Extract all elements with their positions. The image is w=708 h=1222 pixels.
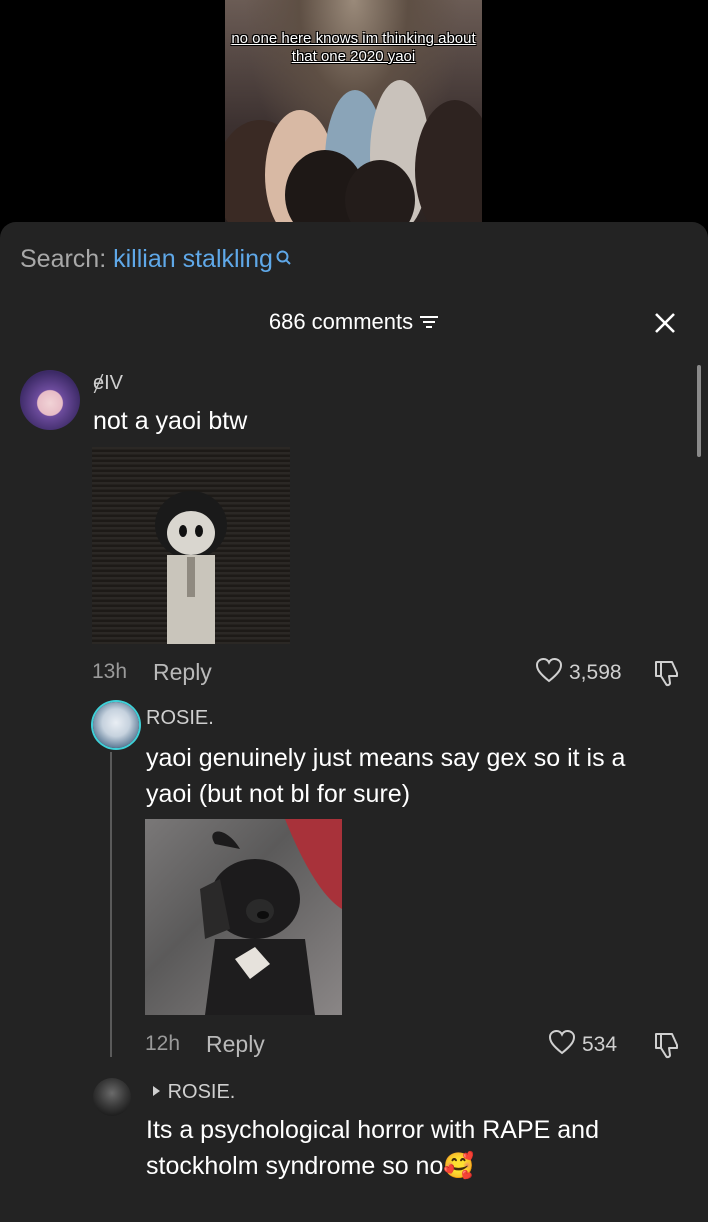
reply-to-username: ROSIE. [167,1081,236,1103]
thumbs-down-icon [652,1033,682,1064]
close-icon [654,312,676,339]
video-area: no one here knows im thinking about that… [0,0,708,230]
heart-icon [548,1029,576,1061]
comment-text-line: Its a psychological horror with RAPE and [146,1116,599,1144]
avatar[interactable] [20,370,80,430]
caret-right-icon [150,1081,162,1103]
comment-time: 12h [145,1032,181,1055]
avatar[interactable] [93,702,139,748]
search-suggestion[interactable]: Search: killian stalkling [20,245,293,274]
comment-text: not a yaoi btw [93,407,248,435]
reply-button[interactable]: Reply [153,659,212,686]
search-icon [275,245,293,274]
video-thumbnail[interactable]: no one here knows im thinking about that… [225,0,482,230]
smiling-hearts-emoji: 🥰 [443,1152,475,1180]
scrollbar[interactable] [697,365,701,457]
reply-to-label[interactable]: ROSIE. [150,1081,235,1104]
search-term-link[interactable]: killian stalkling [113,245,273,273]
comment-username[interactable]: ɇIV [93,372,123,395]
dislike-button[interactable] [652,1030,682,1065]
video-caption: no one here knows im thinking about that… [231,30,476,65]
comment-username[interactable]: ROSIE. [146,707,214,730]
thumbs-down-icon [652,661,682,692]
comment-image[interactable] [92,447,290,644]
comment-text-line: stockholm syndrome so no🥰 [146,1148,475,1184]
comment-image[interactable] [145,819,342,1015]
close-button[interactable] [648,308,682,342]
avatar[interactable] [93,1078,131,1116]
search-prefix: Search: [20,245,107,273]
dislike-button[interactable] [652,658,682,693]
like-count: 3,598 [569,661,622,684]
comments-count-header[interactable]: 686 comments [0,309,708,336]
comment-text-part: stockholm syndrome so no [146,1152,444,1180]
thread-line [110,752,112,1057]
heart-icon [535,657,563,689]
comment-text-line: yaoi genuinely just means say gex so it … [146,744,626,772]
like-button[interactable]: 3,598 [535,657,622,689]
filter-icon[interactable] [419,310,439,336]
comment-time: 13h [92,660,128,683]
comments-count: 686 comments [268,309,414,334]
reply-button[interactable]: Reply [206,1031,265,1058]
like-count: 534 [582,1033,618,1056]
comment-text-line: yaoi (but not bl for sure) [146,780,411,808]
like-button[interactable]: 534 [548,1029,617,1061]
